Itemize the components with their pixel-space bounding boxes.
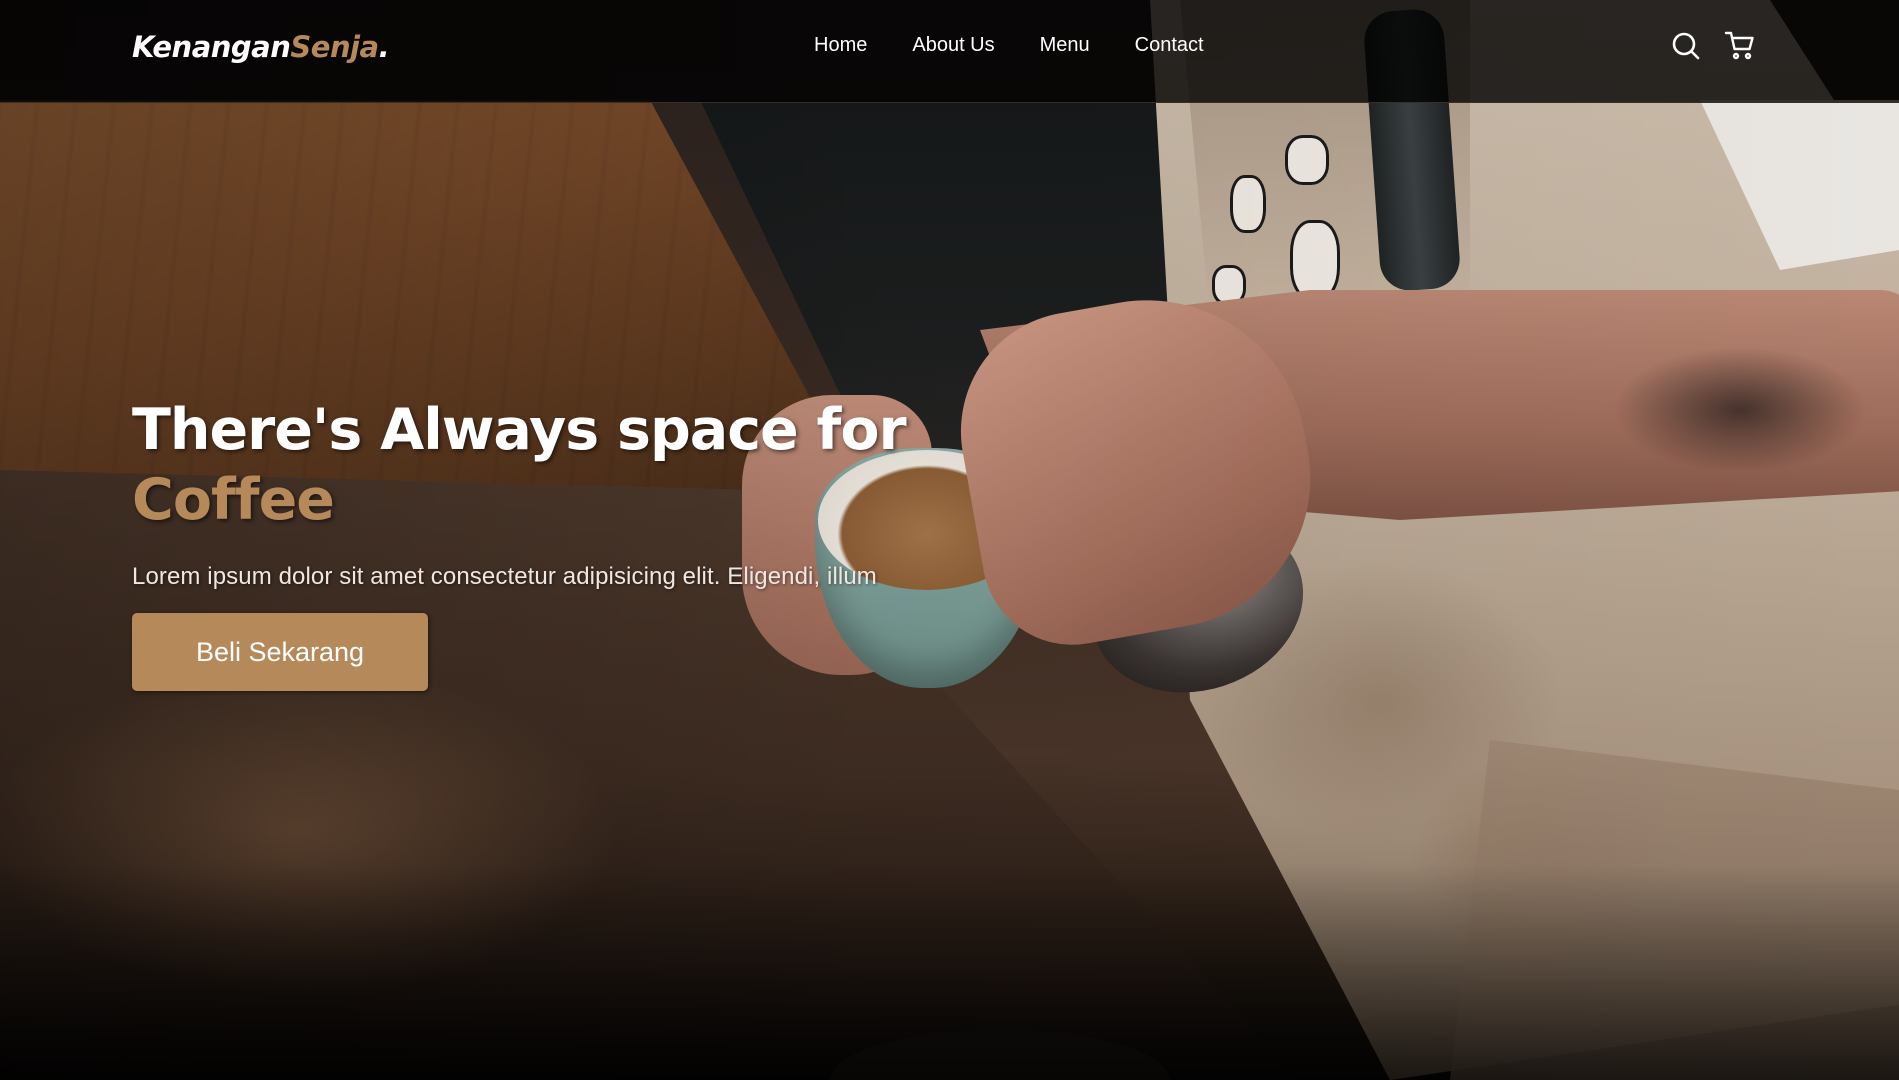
- buy-now-button[interactable]: Beli Sekarang: [132, 613, 428, 691]
- brand-name-accent: Senja: [290, 30, 379, 64]
- hero-headline: There's Always space for Coffee: [132, 395, 907, 535]
- nav-link-about-us[interactable]: About Us: [912, 30, 994, 60]
- nav-link-menu[interactable]: Menu: [1040, 30, 1090, 60]
- hero-description: Lorem ipsum dolor sit amet consectetur a…: [132, 563, 877, 590]
- brand-name-main: Kenangan: [132, 30, 291, 64]
- hero-headline-accent: Coffee: [132, 467, 335, 533]
- navbar: KenanganSenja. Home About Us Menu Contac…: [0, 0, 1899, 103]
- shopping-cart-icon[interactable]: [1724, 30, 1756, 62]
- nav-icons: [1670, 30, 1756, 62]
- brand-name-suffix: .: [378, 30, 390, 64]
- nav-links: Home About Us Menu Contact: [814, 30, 1249, 60]
- brand-logo[interactable]: KenanganSenja.: [132, 30, 390, 64]
- nav-link-contact[interactable]: Contact: [1135, 30, 1204, 60]
- hero-content: There's Always space for Coffee Lorem ip…: [132, 395, 907, 691]
- nav-link-home[interactable]: Home: [814, 30, 867, 60]
- search-icon[interactable]: [1670, 30, 1702, 62]
- hero-headline-main: There's Always space for: [132, 397, 907, 463]
